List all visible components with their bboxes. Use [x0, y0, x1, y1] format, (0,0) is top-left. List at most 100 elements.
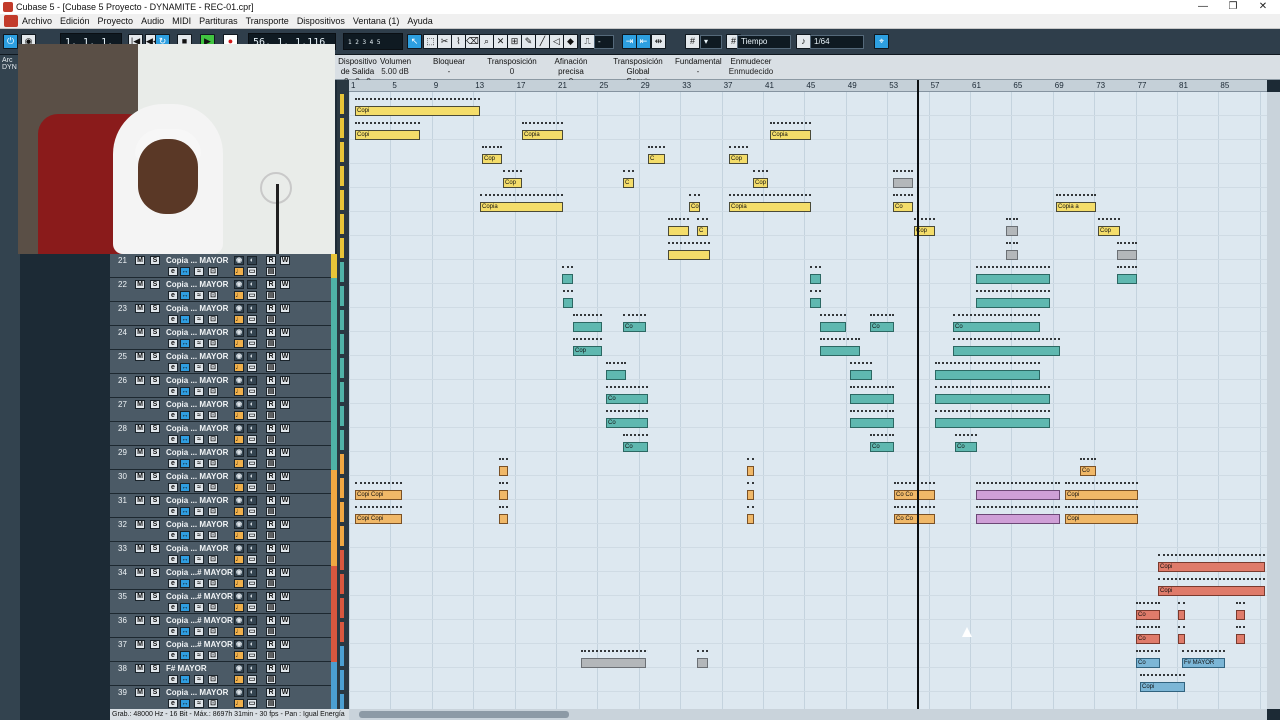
channel-settings-button[interactable]: ⊡	[208, 459, 218, 468]
expand-button[interactable]: ▤	[266, 291, 276, 300]
audio-event[interactable]: C	[623, 178, 634, 188]
insert-fx-button[interactable]: ↔	[180, 387, 190, 396]
eq-button[interactable]: ≈	[194, 675, 204, 684]
audio-event[interactable]: Copia	[480, 202, 563, 212]
audio-event[interactable]	[976, 490, 1060, 500]
app-menu-icon[interactable]	[4, 15, 18, 27]
eq-button[interactable]: ≈	[194, 411, 204, 420]
audio-event[interactable]: Cop	[1098, 226, 1120, 236]
snap-toggle-button[interactable]: ⇥	[622, 34, 637, 49]
folder-button[interactable]: ▭	[247, 339, 257, 348]
menu-ventana[interactable]: Ventana (1)	[349, 16, 404, 26]
monitor-button[interactable]: ◉	[234, 352, 244, 361]
expand-button[interactable]: ▤	[266, 411, 276, 420]
audio-event[interactable]: F# MAYOR	[1182, 658, 1225, 668]
track-row[interactable]: 39 M S Copia ... MAYOR ◉ ◐ R We ↔ ≈ ⊡ ♩ ▭ ▤	[110, 686, 337, 710]
read-automation-button[interactable]: R	[266, 664, 276, 673]
read-automation-button[interactable]: R	[266, 520, 276, 529]
insert-fx-button[interactable]: ↔	[180, 579, 190, 588]
edit-instrument-button[interactable]: e	[168, 267, 178, 276]
grid-type-dropdown[interactable]: ▾	[700, 35, 722, 49]
audio-event[interactable]: Co	[1136, 658, 1160, 668]
read-automation-button[interactable]: R	[266, 376, 276, 385]
track-row[interactable]: 36 M S Copia ...# MAYOR ◉ ◐ R We ↔ ≈ ⊡ ♩ ▭ ▤	[110, 614, 337, 638]
channel-settings-button[interactable]: ⊡	[208, 675, 218, 684]
mute-button[interactable]: M	[135, 400, 145, 409]
track-row[interactable]: 28 M S Copia ... MAYOR ◉ ◐ R We ↔ ≈ ⊡ ♩ ▭ ▤	[110, 422, 337, 446]
audio-event[interactable]	[747, 514, 754, 524]
audio-event[interactable]: Copia a	[1056, 202, 1096, 212]
monitor-button[interactable]: ◉	[234, 256, 244, 265]
channel-settings-button[interactable]: ⊡	[208, 651, 218, 660]
eq-button[interactable]: ≈	[194, 315, 204, 324]
read-automation-button[interactable]: R	[266, 256, 276, 265]
solo-button[interactable]: S	[150, 640, 160, 649]
track-name[interactable]: Copia ...# MAYOR	[166, 592, 233, 601]
expand-button[interactable]: ▤	[266, 579, 276, 588]
channel-settings-button[interactable]: ⊡	[208, 411, 218, 420]
folder-button[interactable]: ▭	[247, 411, 257, 420]
write-automation-button[interactable]: W	[280, 280, 290, 289]
restore-button[interactable]: ❐	[1218, 0, 1248, 14]
info-transpose[interactable]: Transposición 0	[487, 57, 537, 77]
lane-button[interactable]: ♩	[234, 627, 244, 636]
edit-instrument-button[interactable]: e	[168, 507, 178, 516]
track-row[interactable]: 26 M S Copia ... MAYOR ◉ ◐ R We ↔ ≈ ⊡ ♩ ▭ ▤	[110, 374, 337, 398]
track-name[interactable]: Copia ...# MAYOR	[166, 616, 233, 625]
record-enable-button[interactable]: ◐	[247, 496, 257, 505]
channel-settings-button[interactable]: ⊡	[208, 267, 218, 276]
mute-button[interactable]: M	[135, 256, 145, 265]
monitor-button[interactable]: ◉	[234, 304, 244, 313]
solo-button[interactable]: S	[150, 688, 160, 697]
record-enable-button[interactable]: ◐	[247, 472, 257, 481]
monitor-button[interactable]: ◉	[234, 448, 244, 457]
channel-settings-button[interactable]: ⊡	[208, 579, 218, 588]
audio-event[interactable]: Co	[1136, 610, 1160, 620]
menu-proyecto[interactable]: Proyecto	[94, 16, 138, 26]
track-name[interactable]: Copia ... MAYOR	[166, 520, 228, 529]
edit-instrument-button[interactable]: e	[168, 411, 178, 420]
audio-event[interactable]	[1006, 226, 1018, 236]
mute-button[interactable]: M	[135, 664, 145, 673]
read-automation-button[interactable]: R	[266, 400, 276, 409]
audio-event[interactable]: Cop	[729, 154, 748, 164]
audio-event[interactable]	[747, 466, 754, 476]
audio-event[interactable]	[1117, 274, 1137, 284]
track-row[interactable]: 35 M S Copia ...# MAYOR ◉ ◐ R We ↔ ≈ ⊡ ♩ ▭ ▤	[110, 590, 337, 614]
record-enable-button[interactable]: ◐	[247, 688, 257, 697]
track-name[interactable]: Copia ... MAYOR	[166, 688, 228, 697]
folder-button[interactable]: ▭	[247, 363, 257, 372]
eq-button[interactable]: ≈	[194, 459, 204, 468]
mute-button[interactable]: M	[135, 592, 145, 601]
mute-tool-icon[interactable]: ✕	[493, 34, 508, 49]
autoscroll-icon[interactable]: ⎍	[580, 34, 595, 49]
audio-event[interactable]	[810, 298, 821, 308]
solo-button[interactable]: S	[150, 568, 160, 577]
edit-instrument-button[interactable]: e	[168, 675, 178, 684]
folder-button[interactable]: ▭	[247, 627, 257, 636]
record-enable-button[interactable]: ◐	[247, 544, 257, 553]
track-name[interactable]: F# MAYOR	[166, 664, 207, 673]
line-tool-icon[interactable]: ╱	[535, 34, 550, 49]
track-name[interactable]: Copia ... MAYOR	[166, 376, 228, 385]
edit-instrument-button[interactable]: e	[168, 627, 178, 636]
audio-event[interactable]	[893, 178, 913, 188]
time-warp-tool-icon[interactable]: ⊞	[507, 34, 522, 49]
info-lock[interactable]: Bloquear -	[429, 57, 469, 77]
expand-button[interactable]: ▤	[266, 651, 276, 660]
insert-fx-button[interactable]: ↔	[180, 651, 190, 660]
audio-event[interactable]	[976, 274, 1050, 284]
monitor-button[interactable]: ◉	[234, 520, 244, 529]
edit-instrument-button[interactable]: e	[168, 387, 178, 396]
folder-button[interactable]: ▭	[247, 459, 257, 468]
audio-event[interactable]	[1178, 610, 1185, 620]
track-row[interactable]: 31 M S Copia ... MAYOR ◉ ◐ R We ↔ ≈ ⊡ ♩ ▭ ▤	[110, 494, 337, 518]
solo-button[interactable]: S	[150, 352, 160, 361]
expand-button[interactable]: ▤	[266, 627, 276, 636]
audio-event[interactable]	[562, 274, 573, 284]
eq-button[interactable]: ≈	[194, 603, 204, 612]
audio-event[interactable]	[935, 418, 1050, 428]
read-automation-button[interactable]: R	[266, 640, 276, 649]
mute-button[interactable]: M	[135, 640, 145, 649]
audio-event[interactable]: Co	[606, 394, 648, 404]
